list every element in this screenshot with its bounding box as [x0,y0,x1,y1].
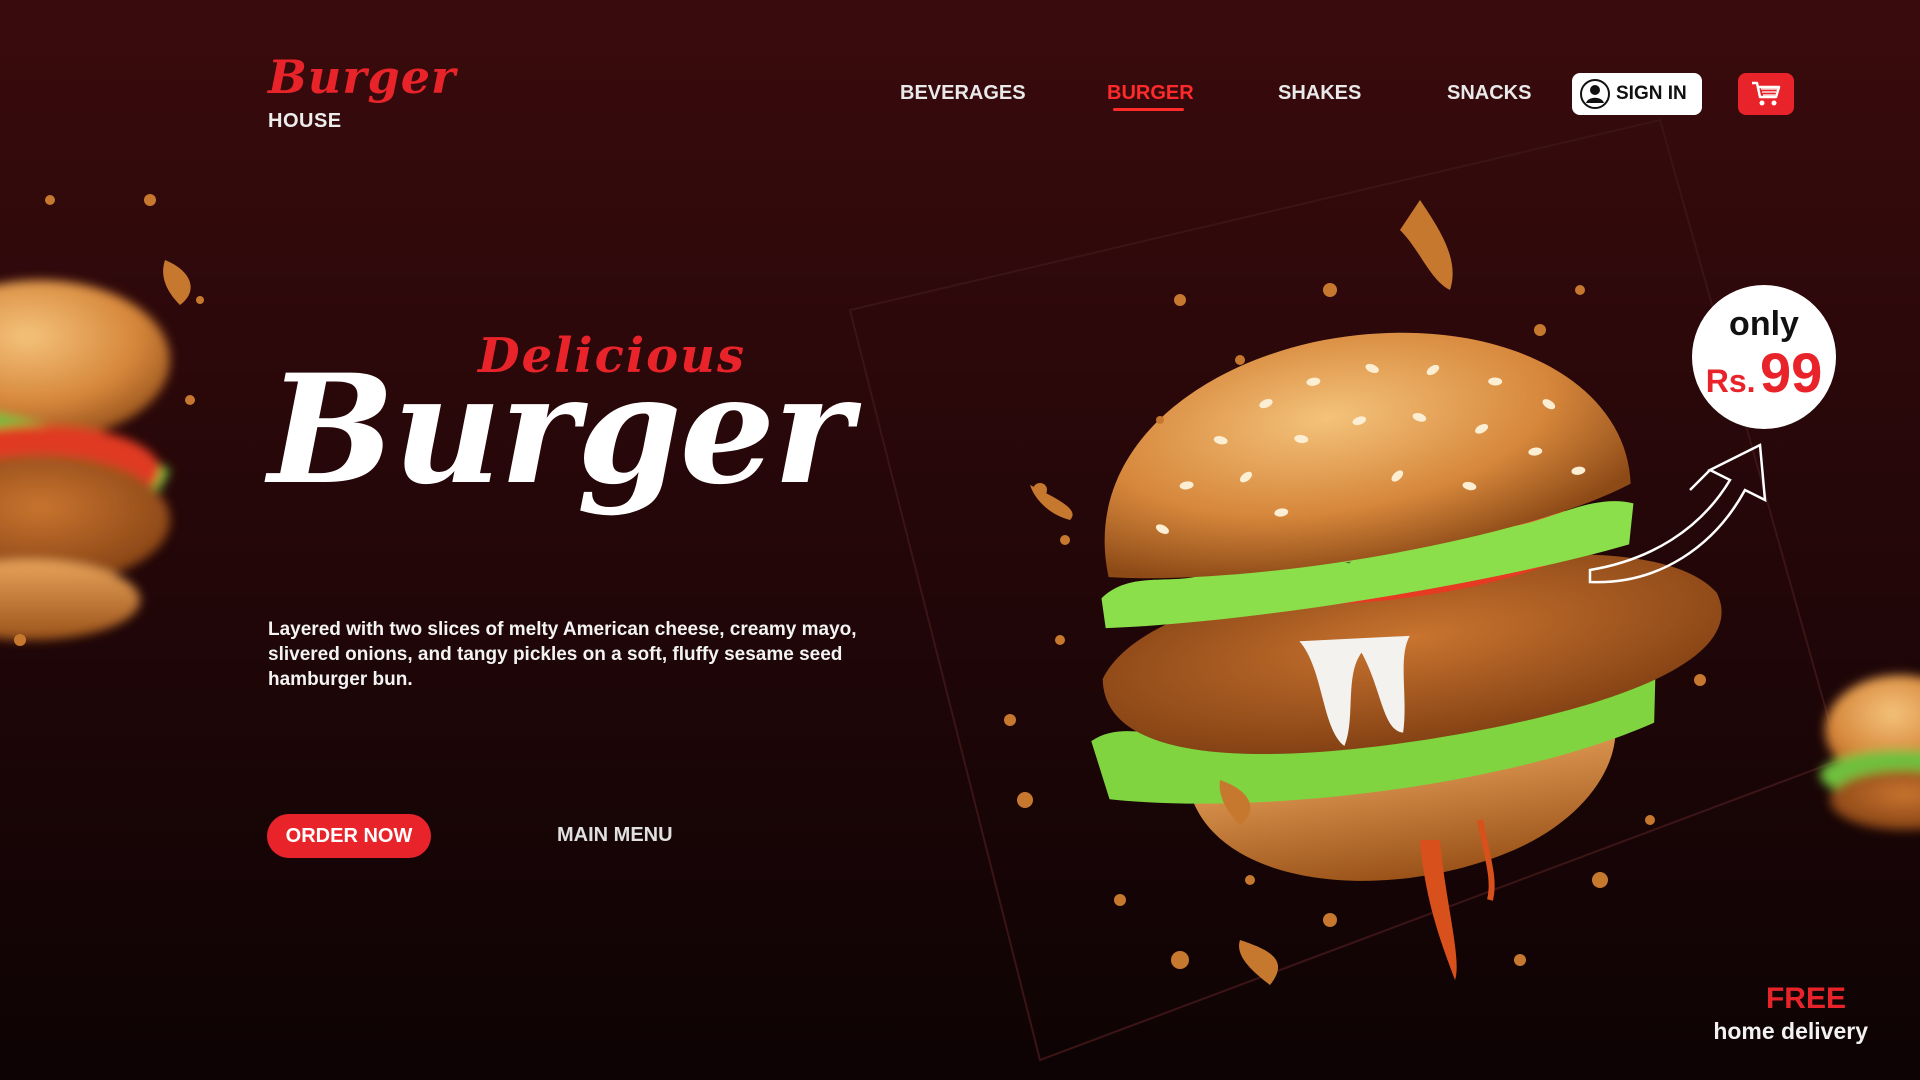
hero-description: Layered with two slices of melty America… [268,619,857,690]
brand-sub: HOUSE [268,110,342,132]
nav-beverages[interactable]: BEVERAGES [900,82,1026,105]
nav-shakes[interactable]: SHAKES [1278,82,1361,105]
brand-logo[interactable]: Burger HOUSE [268,52,456,133]
side-burger-right [1820,675,1920,830]
crumbs [14,194,1707,985]
sign-in-button[interactable]: SIGN IN [1572,73,1702,115]
user-icon [1580,79,1610,109]
nav-burger[interactable]: BURGER [1107,82,1194,111]
price-row: Rs. 99 [1692,343,1836,418]
cart-button[interactable] [1738,73,1794,115]
price-value: 99 [1759,341,1823,404]
side-burger-left [0,280,170,640]
free-subtitle: home delivery [1713,1018,1868,1044]
order-now-button[interactable]: ORDER NOW [267,814,431,858]
main-burger [1091,332,1722,881]
cart-icon [1752,81,1781,106]
arrow-icon [1588,443,1767,584]
hero-tagline: Delicious [478,328,747,384]
free-delivery: FREE home delivery [1713,982,1868,1045]
brand-script: Burger [268,50,457,104]
sign-in-label: SIGN IN [1616,83,1687,104]
nav-snacks[interactable]: SNACKS [1447,82,1531,105]
free-title: FREE [1765,982,1846,1015]
main-menu-link[interactable]: MAIN MENU [557,824,673,847]
price-only: only [1729,305,1799,343]
hero-burger-image [0,118,1920,1062]
price-badge: only Rs. 99 [1692,285,1836,429]
price-currency: Rs. [1705,363,1756,399]
